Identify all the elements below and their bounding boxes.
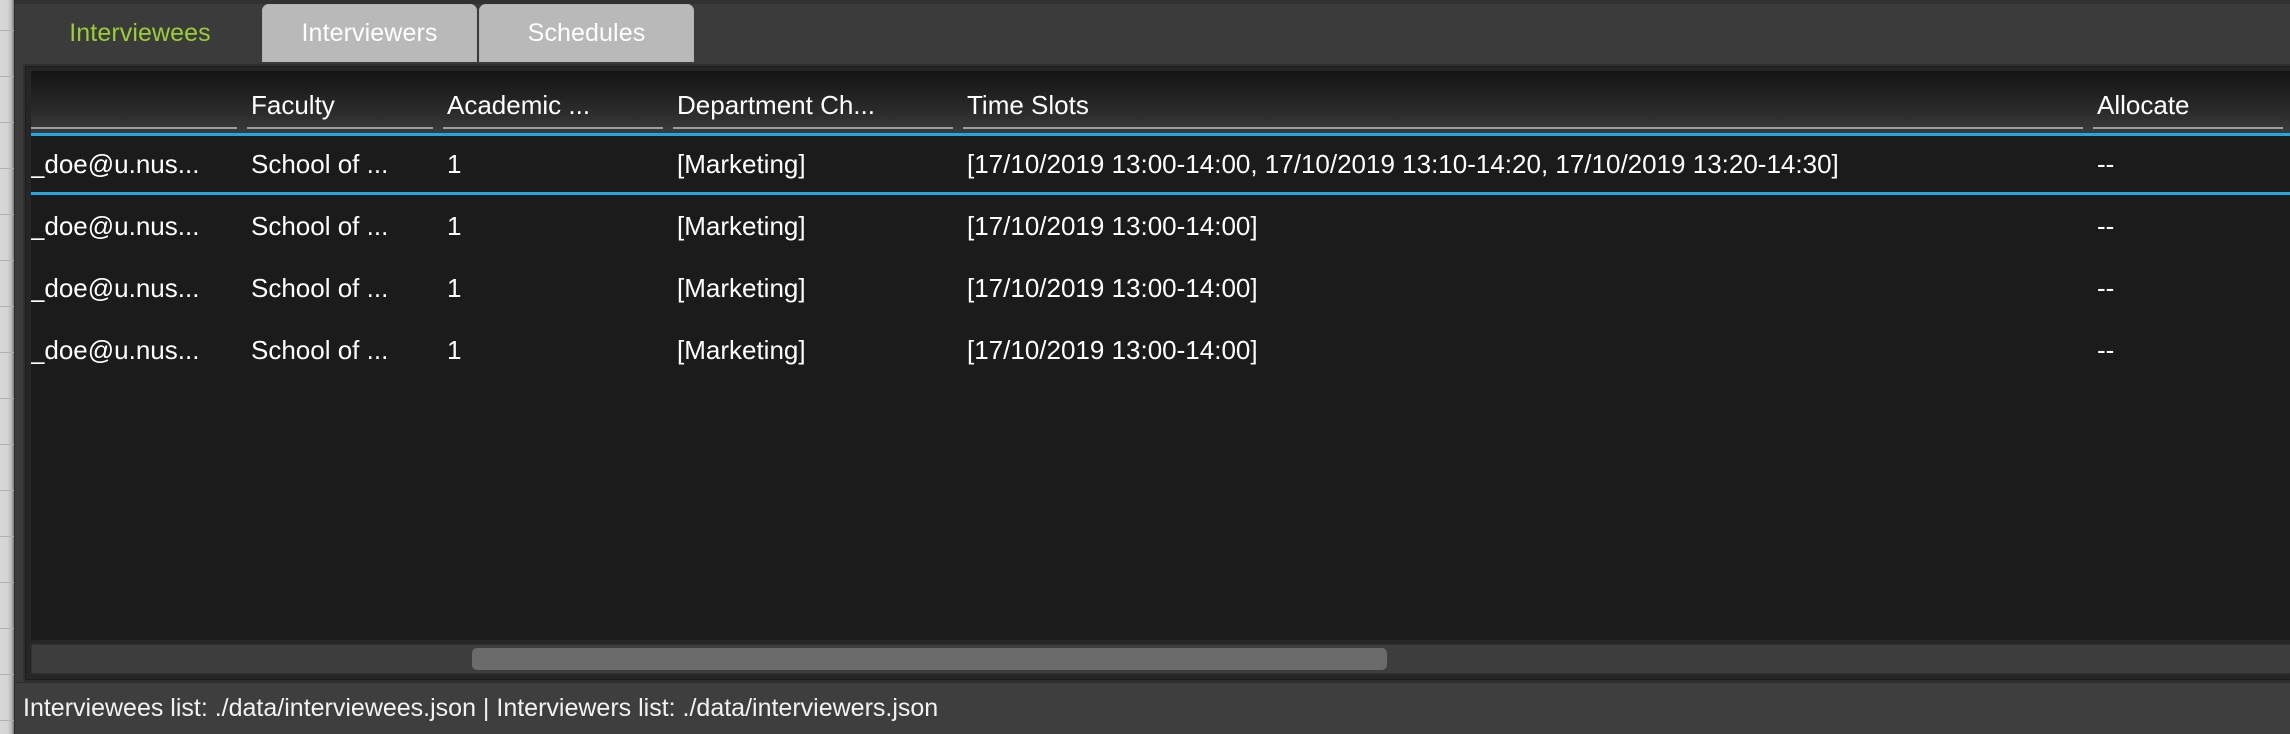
cell-email: hn_doe@u.nus... <box>31 210 200 241</box>
cell-faculty: School of ... <box>251 334 389 365</box>
table-row[interactable]: hn_doe@u.nus... School of ... 1 [Marketing]… <box>31 133 2290 195</box>
cell-email: hn_doe@u.nus... <box>31 148 200 179</box>
horizontal-scrollbar-thumb[interactable] <box>472 648 1387 670</box>
app-content: Interviewees Interviewers Schedules Facu… <box>14 0 2290 734</box>
cell-time-slots: [17/10/2019 13:00-14:00] <box>967 334 1258 365</box>
tab-bar: Interviewees Interviewers Schedules <box>15 0 2290 62</box>
tab-interviewees-label: Interviewees <box>69 18 211 47</box>
interviewees-table-panel: Faculty Academic ... Department Ch... Ti… <box>23 64 2290 682</box>
column-header-academic[interactable]: Academic ... <box>441 71 671 133</box>
cell-department: [Marketing] <box>677 148 806 179</box>
table-header-row: Faculty Academic ... Department Ch... Ti… <box>31 71 2290 133</box>
ruler-tick <box>0 168 14 169</box>
app-window: Interviewees Interviewers Schedules Facu… <box>0 0 2290 734</box>
column-header-faculty[interactable]: Faculty <box>245 71 441 133</box>
cell-department: [Marketing] <box>677 210 806 241</box>
cell-academic: 1 <box>447 272 462 303</box>
ruler-tick <box>0 306 14 307</box>
ruler-tick <box>0 30 14 31</box>
table-panel-wrapper: Faculty Academic ... Department Ch... Ti… <box>15 62 2290 682</box>
tab-interviewers[interactable]: Interviewers <box>262 4 477 62</box>
column-header-allocate[interactable]: Allocate <box>2091 71 2290 133</box>
cell-time-slots: [17/10/2019 13:00-14:00] <box>967 272 1258 303</box>
ruler-tick <box>0 720 14 721</box>
column-header-department[interactable]: Department Ch... <box>671 71 961 133</box>
table-row[interactable]: hn_doe@u.nus... School of ... 1 [Marketing]… <box>31 257 2290 319</box>
ruler-tick <box>0 582 14 583</box>
ruler-tick <box>0 536 14 537</box>
cell-email: hn_doe@u.nus... <box>31 334 200 365</box>
cell-time-slots: [17/10/2019 13:00-14:00, 17/10/2019 13:1… <box>967 148 1839 179</box>
status-bar-text: Interviewees list: ./data/interviewees.j… <box>23 694 939 722</box>
status-bar: Interviewees list: ./data/interviewees.j… <box>15 682 2290 734</box>
table-row[interactable]: hn_doe@u.nus... School of ... 1 [Marketing]… <box>31 195 2290 257</box>
cell-department: [Marketing] <box>677 334 806 365</box>
cell-time-slots: [17/10/2019 13:00-14:00] <box>967 210 1258 241</box>
cell-allocate: -- <box>2097 334 2115 365</box>
table-body: hn_doe@u.nus... School of ... 1 [Marketing]… <box>31 133 2290 631</box>
ruler-tick <box>0 122 14 123</box>
tab-schedules-label: Schedules <box>527 18 646 47</box>
tab-interviewers-label: Interviewers <box>301 18 438 47</box>
horizontal-scrollbar-area <box>31 640 2290 674</box>
ruler-tick <box>0 490 14 491</box>
cell-email: hn_doe@u.nus... <box>31 272 200 303</box>
table-viewport[interactable]: Faculty Academic ... Department Ch... Ti… <box>31 71 2290 640</box>
cell-allocate: -- <box>2097 210 2115 241</box>
cell-department: [Marketing] <box>677 272 806 303</box>
cell-allocate: -- <box>2097 148 2115 179</box>
horizontal-scrollbar[interactable] <box>31 644 2290 674</box>
ruler-tick <box>0 214 14 215</box>
column-header-time-slots[interactable]: Time Slots <box>961 71 2091 133</box>
table-grid: Faculty Academic ... Department Ch... Ti… <box>31 71 2290 631</box>
cell-faculty: School of ... <box>251 210 389 241</box>
cell-faculty: School of ... <box>251 272 389 303</box>
cell-faculty: School of ... <box>251 148 389 179</box>
cell-academic: 1 <box>447 334 462 365</box>
ruler-tick <box>0 352 14 353</box>
cell-academic: 1 <box>447 210 462 241</box>
outer-scroll-strip[interactable] <box>0 0 14 734</box>
tab-schedules[interactable]: Schedules <box>479 4 694 62</box>
cell-allocate: -- <box>2097 272 2115 303</box>
ruler-tick <box>0 628 14 629</box>
table-empty-area <box>31 381 2290 631</box>
ruler-tick <box>0 398 14 399</box>
ruler-tick <box>0 444 14 445</box>
ruler-tick <box>0 260 14 261</box>
cell-academic: 1 <box>447 148 462 179</box>
ruler-tick <box>0 76 14 77</box>
table-row[interactable]: hn_doe@u.nus... School of ... 1 [Marketing]… <box>31 319 2290 381</box>
column-header-email[interactable] <box>31 71 245 133</box>
tab-interviewees[interactable]: Interviewees <box>20 4 260 62</box>
ruler-tick <box>0 674 14 675</box>
